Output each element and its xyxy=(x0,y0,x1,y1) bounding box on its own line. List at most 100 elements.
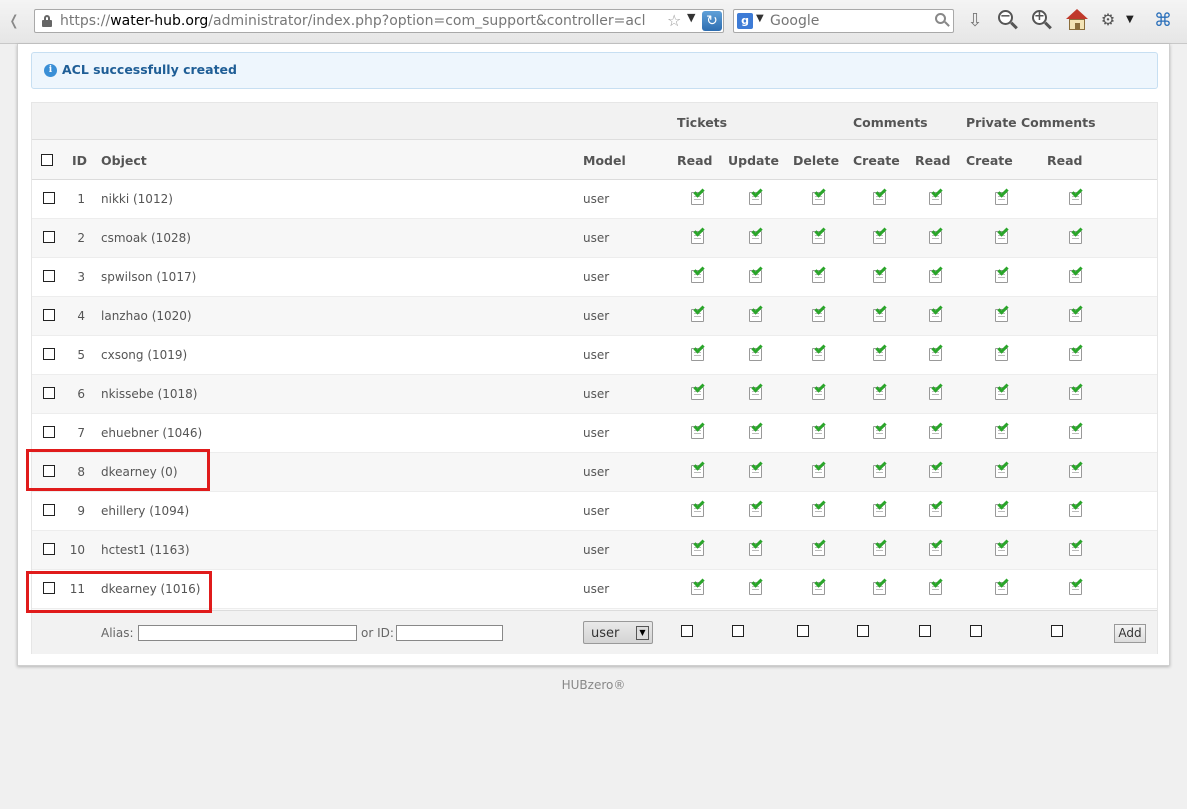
google-engine-icon[interactable]: g xyxy=(737,13,753,29)
reload-icon[interactable]: ↻ xyxy=(702,11,722,31)
checked-document-icon[interactable] xyxy=(872,459,888,480)
checked-document-icon[interactable] xyxy=(690,381,706,402)
chevron-down-icon[interactable]: ▼ xyxy=(636,626,649,640)
bookmark-star-icon[interactable]: ☆ xyxy=(667,11,681,30)
row-checkbox[interactable] xyxy=(43,426,55,438)
row-checkbox[interactable] xyxy=(43,348,55,360)
checked-document-icon[interactable] xyxy=(872,420,888,441)
checked-document-icon[interactable] xyxy=(1068,303,1084,324)
checked-document-icon[interactable] xyxy=(1068,381,1084,402)
checked-document-icon[interactable] xyxy=(748,576,764,597)
checked-document-icon[interactable] xyxy=(994,459,1010,480)
new-tickets-update-checkbox[interactable] xyxy=(732,625,744,637)
checked-document-icon[interactable] xyxy=(994,537,1010,558)
checked-document-icon[interactable] xyxy=(690,459,706,480)
model-select[interactable]: user ▼ xyxy=(583,621,653,644)
checked-document-icon[interactable] xyxy=(1068,264,1084,285)
checked-document-icon[interactable] xyxy=(748,381,764,402)
add-button[interactable]: Add xyxy=(1114,624,1146,643)
checked-document-icon[interactable] xyxy=(928,537,944,558)
checked-document-icon[interactable] xyxy=(1068,459,1084,480)
row-checkbox[interactable] xyxy=(43,309,55,321)
row-checkbox[interactable] xyxy=(43,504,55,516)
zoom-out-icon[interactable]: − xyxy=(998,9,1018,30)
checked-document-icon[interactable] xyxy=(928,576,944,597)
checked-document-icon[interactable] xyxy=(690,225,706,246)
checked-document-icon[interactable] xyxy=(928,225,944,246)
checked-document-icon[interactable] xyxy=(872,342,888,363)
checked-document-icon[interactable] xyxy=(872,498,888,519)
network-icon[interactable]: ⌘ xyxy=(1154,10,1178,32)
row-checkbox[interactable] xyxy=(43,387,55,399)
download-arrow-icon[interactable]: ⇩ xyxy=(962,8,988,34)
address-bar[interactable]: https://water-hub.org/administrator/inde… xyxy=(34,9,724,33)
checked-document-icon[interactable] xyxy=(811,342,827,363)
back-arrow-icon[interactable]: ❬ xyxy=(2,9,26,33)
checked-document-icon[interactable] xyxy=(748,186,764,207)
url-dropdown-icon[interactable]: ▼ xyxy=(687,11,695,24)
checked-document-icon[interactable] xyxy=(690,186,706,207)
row-checkbox[interactable] xyxy=(43,543,55,555)
checked-document-icon[interactable] xyxy=(748,342,764,363)
checked-document-icon[interactable] xyxy=(811,576,827,597)
select-all-checkbox[interactable] xyxy=(41,154,53,166)
checked-document-icon[interactable] xyxy=(1068,420,1084,441)
checked-document-icon[interactable] xyxy=(872,381,888,402)
checked-document-icon[interactable] xyxy=(872,264,888,285)
checked-document-icon[interactable] xyxy=(994,342,1010,363)
checked-document-icon[interactable] xyxy=(690,342,706,363)
checked-document-icon[interactable] xyxy=(928,459,944,480)
checked-document-icon[interactable] xyxy=(928,381,944,402)
new-tickets-delete-checkbox[interactable] xyxy=(797,625,809,637)
checked-document-icon[interactable] xyxy=(748,264,764,285)
checked-document-icon[interactable] xyxy=(872,303,888,324)
checked-document-icon[interactable] xyxy=(1068,576,1084,597)
checked-document-icon[interactable] xyxy=(811,498,827,519)
new-comments-create-checkbox[interactable] xyxy=(857,625,869,637)
checked-document-icon[interactable] xyxy=(994,303,1010,324)
url-text[interactable]: https://water-hub.org/administrator/inde… xyxy=(60,13,645,29)
checked-document-icon[interactable] xyxy=(811,537,827,558)
checked-document-icon[interactable] xyxy=(928,342,944,363)
checked-document-icon[interactable] xyxy=(811,303,827,324)
new-private-create-checkbox[interactable] xyxy=(970,625,982,637)
row-checkbox[interactable] xyxy=(43,270,55,282)
checked-document-icon[interactable] xyxy=(872,576,888,597)
checked-document-icon[interactable] xyxy=(1068,537,1084,558)
checked-document-icon[interactable] xyxy=(690,576,706,597)
zoom-in-icon[interactable]: + xyxy=(1032,9,1052,30)
checked-document-icon[interactable] xyxy=(872,186,888,207)
checked-document-icon[interactable] xyxy=(1068,225,1084,246)
checked-document-icon[interactable] xyxy=(1068,498,1084,519)
checked-document-icon[interactable] xyxy=(748,498,764,519)
checked-document-icon[interactable] xyxy=(928,498,944,519)
checked-document-icon[interactable] xyxy=(994,381,1010,402)
new-comments-read-checkbox[interactable] xyxy=(919,625,931,637)
checked-document-icon[interactable] xyxy=(928,186,944,207)
checked-document-icon[interactable] xyxy=(690,420,706,441)
checked-document-icon[interactable] xyxy=(811,381,827,402)
search-bar[interactable]: g ▼ xyxy=(733,9,954,33)
search-input[interactable] xyxy=(770,13,930,29)
checked-document-icon[interactable] xyxy=(994,498,1010,519)
checked-document-icon[interactable] xyxy=(1068,342,1084,363)
checked-document-icon[interactable] xyxy=(690,303,706,324)
search-icon[interactable] xyxy=(935,13,951,29)
row-checkbox[interactable] xyxy=(43,231,55,243)
checked-document-icon[interactable] xyxy=(872,537,888,558)
checked-document-icon[interactable] xyxy=(811,420,827,441)
gear-icon[interactable]: ⚙ xyxy=(1098,10,1118,30)
checked-document-icon[interactable] xyxy=(1068,186,1084,207)
checked-document-icon[interactable] xyxy=(690,537,706,558)
home-icon[interactable] xyxy=(1066,9,1088,31)
new-private-read-checkbox[interactable] xyxy=(1051,625,1063,637)
checked-document-icon[interactable] xyxy=(690,264,706,285)
alias-input[interactable] xyxy=(138,625,357,641)
checked-document-icon[interactable] xyxy=(994,420,1010,441)
checked-document-icon[interactable] xyxy=(928,420,944,441)
checked-document-icon[interactable] xyxy=(748,537,764,558)
checked-document-icon[interactable] xyxy=(928,264,944,285)
checked-document-icon[interactable] xyxy=(748,459,764,480)
checked-document-icon[interactable] xyxy=(748,420,764,441)
search-engine-dropdown-icon[interactable]: ▼ xyxy=(756,13,764,24)
